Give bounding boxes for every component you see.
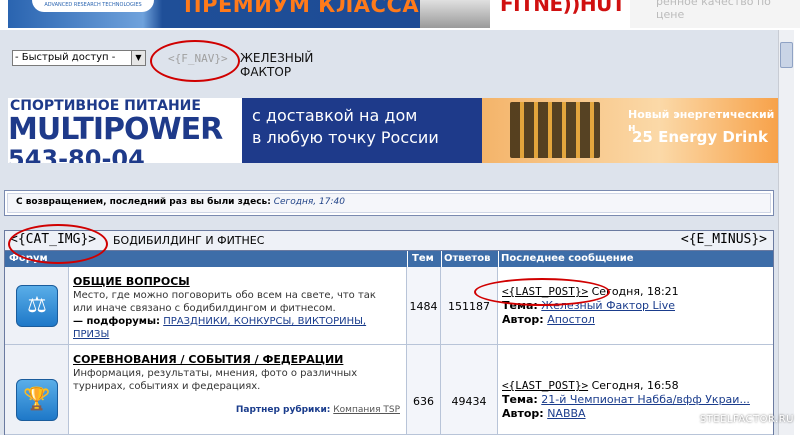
replies-count: 49434 bbox=[451, 395, 487, 408]
banner-quality[interactable]: ренное качество по цене bbox=[630, 0, 800, 28]
ad-line-multipower: MULTIPOWER bbox=[8, 112, 223, 147]
banner-logo: ADVANCED RESEARCH TECHNOLOGIES bbox=[32, 0, 154, 12]
partner-link[interactable]: Компания TSP bbox=[333, 405, 400, 415]
annotation-circle-fnav bbox=[150, 40, 240, 82]
banner-premium[interactable]: ADVANCED RESEARCH TECHNOLOGIES ПРЕМИУМ К… bbox=[8, 0, 490, 28]
trophy-icon[interactable]: 🏆 bbox=[16, 379, 58, 421]
column-header-row: Форум Тем Ответов Последнее сообщение bbox=[5, 251, 773, 267]
site-title[interactable]: ЖЕЛЕЗНЫЙ ФАКТОР bbox=[240, 51, 313, 79]
banner-fitnehut-text: FITNE))HUT bbox=[500, 0, 626, 16]
theme-label: Тема: bbox=[502, 393, 538, 406]
multipower-logo-panel: СПОРТИВНОЕ ПИТАНИЕ MULTIPOWER 543-80-04 bbox=[8, 98, 242, 163]
chevron-down-icon[interactable]: ▼ bbox=[131, 51, 145, 65]
annotation-circle-lastpost bbox=[474, 278, 610, 306]
forum-row: 🏆 СОРЕВНОВАНИЯ / СОБЫТИЯ / ФЕДЕРАЦИИ Инф… bbox=[5, 345, 773, 435]
banner-quality-text: ренное качество по цене bbox=[656, 0, 771, 21]
multipower-ad-banner[interactable]: СПОРТИВНОЕ ПИТАНИЕ MULTIPOWER 543-80-04 … bbox=[8, 98, 778, 163]
banner-premium-text: ПРЕМИУМ КЛАССА bbox=[184, 0, 420, 17]
last-post-theme-link[interactable]: 21-й Чемпионат Набба/вфф Украи... bbox=[541, 393, 750, 406]
partner-line: Партнер рубрики: Компания TSP bbox=[236, 405, 400, 415]
ad-line-delivery: с доставкой на дом bbox=[252, 106, 418, 125]
replies-count-cell: 151187 bbox=[441, 267, 498, 344]
energy-drink-panel: Новый энергетический н 25 Energy Drink bbox=[482, 98, 778, 163]
last-post-author-line: Автор: Апостол bbox=[502, 313, 595, 327]
category-header: <{CAT_IMG}> БОДИБИЛДИНГ И ФИТНЕС <{E_MIN… bbox=[5, 231, 773, 251]
last-post-author-line: Автор: NABBA bbox=[502, 407, 586, 421]
last-post-time: Сегодня, 16:58 bbox=[591, 379, 679, 392]
forum-info-cell: СОРЕВНОВАНИЯ / СОБЫТИЯ / ФЕДЕРАЦИИ Инфор… bbox=[69, 345, 407, 434]
quick-access-select[interactable]: - Быстрый доступ - ▼ bbox=[12, 50, 146, 66]
author-label: Автор: bbox=[502, 313, 544, 326]
topics-count-cell: 1484 bbox=[407, 267, 441, 344]
subforums-line: — подфорумы: ПРАЗДНИКИ, КОНКУРСЫ, ВИКТОР… bbox=[73, 315, 399, 328]
subforums-line: ПРИЗЫ bbox=[73, 328, 399, 341]
topics-count: 1484 bbox=[409, 300, 438, 313]
scrollbar-thumb[interactable] bbox=[780, 42, 793, 68]
dumbbell-icon[interactable]: ⚖ bbox=[16, 285, 58, 327]
ad-line-russia: в любую точку России bbox=[252, 128, 439, 147]
author-label: Автор: bbox=[502, 407, 544, 420]
welcome-bar: С возвращением, последний раз вы были зд… bbox=[4, 190, 774, 216]
subforums-label: — подфорумы: bbox=[73, 316, 161, 327]
forum-description-line: турнирах, событиях и федерациях. bbox=[73, 381, 261, 392]
banner-fitnehut[interactable]: FITNE))HUT bbox=[496, 0, 630, 28]
last-post-author-link[interactable]: NABBA bbox=[547, 407, 585, 420]
replies-count: 151187 bbox=[448, 300, 490, 313]
forum-description-line: или иначе связано с бодибилдингом и фитн… bbox=[73, 303, 336, 314]
top-banners: ADVANCED RESEARCH TECHNOLOGIES ПРЕМИУМ К… bbox=[0, 0, 800, 30]
forum-icon-cell: ⚖ bbox=[5, 267, 69, 344]
topics-count: 636 bbox=[413, 395, 434, 408]
last-visit-time: Сегодня, 17:40 bbox=[273, 197, 345, 207]
last-post-tag[interactable]: <{LAST_POST}> bbox=[502, 379, 588, 392]
last-post-line: <{LAST_POST}> Сегодня, 16:58 bbox=[502, 379, 679, 393]
col-divider bbox=[441, 251, 442, 267]
site-watermark: STEELFACTOR.RU bbox=[699, 414, 794, 425]
banner-product-image bbox=[420, 0, 490, 28]
forum-description-line: Место, где можно поговорить обо всем на … bbox=[73, 290, 376, 301]
forum-icon-cell: 🏆 bbox=[5, 345, 69, 434]
delivery-panel: с доставкой на дом в любую точку России bbox=[242, 98, 482, 163]
col-topics: Тем bbox=[412, 253, 434, 264]
last-post-author-link[interactable]: Апостол bbox=[547, 313, 595, 326]
forum-info-cell: ОБЩИЕ ВОПРОСЫ Место, где можно поговорит… bbox=[69, 267, 407, 344]
annotation-circle-catimg bbox=[8, 224, 108, 264]
replies-count-cell: 49434 bbox=[441, 345, 498, 434]
col-replies: Ответов bbox=[444, 253, 491, 264]
col-divider bbox=[498, 251, 499, 267]
col-divider bbox=[407, 251, 408, 267]
welcome-text: С возвращением, последний раз вы были зд… bbox=[16, 197, 271, 207]
vertical-scrollbar[interactable] bbox=[778, 30, 794, 435]
subforums-links[interactable]: ПРАЗДНИКИ, КОНКУРСЫ, ВИКТОРИНЫ, bbox=[163, 316, 366, 327]
forum-description-line: Информация, результаты, мнения, фото о р… bbox=[73, 368, 358, 379]
category-title[interactable]: БОДИБИЛДИНГ И ФИТНЕС bbox=[113, 234, 264, 247]
forum-title-link[interactable]: СОРЕВНОВАНИЯ / СОБЫТИЯ / ФЕДЕРАЦИИ bbox=[73, 353, 343, 366]
forum-category-table: <{CAT_IMG}> БОДИБИЛДИНГ И ФИТНЕС <{E_MIN… bbox=[4, 230, 774, 435]
quick-access-label: - Быстрый доступ - bbox=[15, 52, 116, 63]
forum-title-link[interactable]: ОБЩИЕ ВОПРОСЫ bbox=[73, 275, 190, 288]
subforum-link-prizes[interactable]: ПРИЗЫ bbox=[73, 329, 109, 340]
last-post-theme-line: Тема: 21-й Чемпионат Набба/вфф Украи... bbox=[502, 393, 750, 407]
topics-count-cell: 636 bbox=[407, 345, 441, 434]
welcome-inner: С возвращением, последний раз вы были зд… bbox=[7, 193, 771, 213]
energy-drink-image bbox=[510, 102, 600, 158]
ad-line-energy-drink: 25 Energy Drink bbox=[632, 128, 768, 146]
collapse-toggle[interactable]: <{E_MINUS}> bbox=[681, 232, 767, 247]
ad-line-phone: 543-80-04 bbox=[8, 145, 145, 163]
right-edge bbox=[794, 30, 800, 435]
col-last-post: Последнее сообщение bbox=[501, 253, 634, 264]
forum-row: ⚖ ОБЩИЕ ВОПРОСЫ Место, где можно поговор… bbox=[5, 267, 773, 345]
partner-label: Партнер рубрики: bbox=[235, 405, 331, 415]
